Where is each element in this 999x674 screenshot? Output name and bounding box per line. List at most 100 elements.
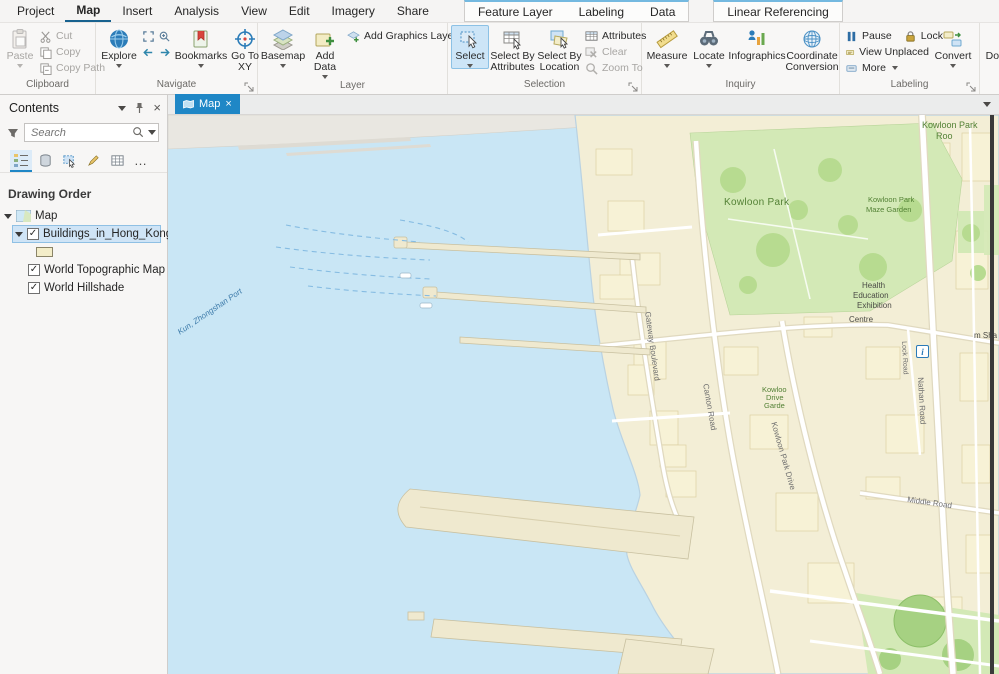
group-label-navigate: Navigate	[96, 79, 257, 94]
infographics-icon	[746, 28, 768, 50]
group-label-clipboard: Clipboard	[0, 79, 95, 94]
locate-button[interactable]: Locate	[689, 25, 729, 69]
ribbon-tab-row: Project Map Insert Analysis View Edit Im…	[0, 0, 999, 23]
attributes-button[interactable]: Attributes	[583, 29, 648, 43]
map-view-tab[interactable]: Map	[175, 94, 240, 114]
zoom-to-selection-button[interactable]: Zoom To	[583, 61, 648, 75]
list-by-data-source-tab[interactable]	[34, 150, 56, 172]
labeling-dialog-launcher-icon[interactable]	[966, 82, 977, 93]
next-extent-icon[interactable]	[158, 46, 171, 59]
arcgis-pro-window: Project Map Insert Analysis View Edit Im…	[0, 0, 999, 674]
bookmarks-icon	[190, 28, 212, 50]
selection-dialog-launcher-icon[interactable]	[628, 82, 639, 93]
map-canvas[interactable]: Kowloon Park Roo Kowloon Park Kowloon Pa…	[168, 115, 999, 674]
basemap-graphics	[168, 115, 999, 674]
select-by-attributes-button[interactable]: Select By Attributes	[489, 25, 536, 74]
coordinate-conversion-button[interactable]: Coordinate Conversion	[785, 25, 839, 74]
tab-imagery[interactable]: Imagery	[321, 0, 386, 22]
group-layer: Basemap Add Data Add Graphics Layer Lay	[258, 23, 448, 94]
dropdown-caret	[950, 64, 956, 68]
add-data-button[interactable]: Add Data	[305, 25, 345, 80]
dropdown-caret	[322, 75, 328, 79]
measure-button[interactable]: Measure	[645, 25, 689, 69]
basemap-icon	[272, 28, 294, 50]
group-inquiry: Measure Locate Infographics Coordinate C…	[642, 23, 840, 94]
tab-project[interactable]: Project	[6, 0, 65, 22]
ribbon-toolbar: Paste Cut Copy Copy Path	[0, 23, 999, 95]
list-by-selection-tab[interactable]	[58, 150, 80, 172]
tab-share[interactable]: Share	[386, 0, 440, 22]
tree-item-map[interactable]: Map	[0, 207, 167, 225]
navigation-cluster	[139, 25, 174, 59]
convert-labels-button[interactable]: Convert	[931, 25, 975, 69]
add-graphics-layer-icon	[347, 30, 360, 43]
tab-linear-referencing[interactable]: Linear Referencing	[714, 2, 841, 21]
tab-labeling[interactable]: Labeling	[566, 2, 637, 21]
tab-view[interactable]: View	[230, 0, 278, 22]
search-icon	[132, 126, 144, 138]
pane-menu-chevron-icon[interactable]	[118, 106, 126, 111]
view-unplaced-button[interactable]: View Unplaced	[843, 45, 931, 59]
search-options-chevron-icon[interactable]	[148, 130, 156, 135]
dropdown-caret	[17, 64, 23, 68]
navigate-dialog-launcher-icon[interactable]	[244, 82, 255, 93]
group-label-inquiry: Inquiry	[642, 79, 839, 94]
download-map-button[interactable]: Download Map	[983, 25, 999, 80]
paste-button[interactable]: Paste	[3, 25, 37, 69]
full-extent-icon[interactable]	[142, 30, 155, 43]
pane-pin-icon[interactable]	[134, 102, 145, 114]
tab-edit[interactable]: Edit	[278, 0, 321, 22]
group-selection: Select Select By Attributes Select By Lo…	[448, 23, 642, 94]
group-labeling: Pause Lock View Unplaced More	[840, 23, 980, 94]
drawing-order-heading: Drawing Order	[0, 173, 167, 207]
select-button[interactable]: Select	[451, 25, 489, 69]
filter-funnel-icon[interactable]	[6, 126, 20, 140]
basemap-button[interactable]: Basemap	[261, 25, 305, 69]
list-by-labeling-tab[interactable]	[106, 150, 128, 172]
group-label-offline	[980, 80, 999, 94]
fixed-zoom-in-icon[interactable]	[158, 30, 171, 43]
view-tabs-chevron-icon[interactable]	[983, 102, 991, 107]
select-by-location-button[interactable]: Select By Location	[536, 25, 583, 74]
pane-close-icon[interactable]	[153, 103, 161, 113]
table-grid-icon	[110, 153, 125, 168]
tab-feature-layer[interactable]: Feature Layer	[465, 2, 566, 21]
zoom-to-selection-icon	[585, 62, 598, 75]
pane-splitter[interactable]	[990, 115, 994, 674]
tab-data[interactable]: Data	[637, 2, 688, 21]
clear-selection-icon	[585, 46, 598, 59]
contextual-tab-group-linear-referencing: Linear Referencing	[713, 0, 842, 22]
clear-selection-button[interactable]: Clear	[583, 45, 648, 59]
previous-extent-icon[interactable]	[142, 46, 155, 59]
layer-visibility-checkbox[interactable]	[27, 228, 39, 240]
lock-icon	[904, 30, 917, 43]
tab-analysis[interactable]: Analysis	[163, 0, 230, 22]
expander-icon[interactable]	[4, 214, 12, 219]
expander-icon[interactable]	[15, 232, 23, 237]
layer-visibility-checkbox[interactable]	[28, 282, 40, 294]
list-by-drawing-order-tab[interactable]	[10, 150, 32, 172]
tab-insert[interactable]: Insert	[111, 0, 163, 22]
pause-icon	[845, 30, 858, 43]
layer-visibility-checkbox[interactable]	[28, 264, 40, 276]
more-view-tabs-icon[interactable]	[130, 150, 152, 172]
contents-pane: Contents	[0, 95, 168, 674]
tab-map[interactable]: Map	[65, 0, 111, 22]
more-labeling-button[interactable]: More	[843, 61, 931, 75]
pause-labeling-button[interactable]: Pause	[843, 29, 894, 43]
explore-button[interactable]: Explore	[99, 25, 139, 69]
tree-item-hillshade-layer[interactable]: World Hillshade	[0, 279, 167, 297]
close-view-icon[interactable]	[225, 98, 231, 110]
paste-icon	[9, 28, 31, 50]
drawing-order-icon	[13, 152, 29, 168]
list-by-editing-tab[interactable]	[82, 150, 104, 172]
legend-swatch[interactable]	[36, 247, 53, 257]
tree-item-buildings-layer[interactable]: Buildings_in_Hong_Kong	[12, 225, 161, 243]
bookmarks-button[interactable]: Bookmarks	[174, 25, 228, 69]
infographics-button[interactable]: Infographics	[729, 25, 785, 63]
cut-icon	[39, 30, 52, 43]
go-to-xy-button[interactable]: Go To XY	[228, 25, 262, 74]
dropdown-caret	[892, 66, 898, 70]
group-navigate: Explore Bookmarks Go To XY	[96, 23, 258, 94]
tree-item-topographic-layer[interactable]: World Topographic Map	[0, 261, 167, 279]
